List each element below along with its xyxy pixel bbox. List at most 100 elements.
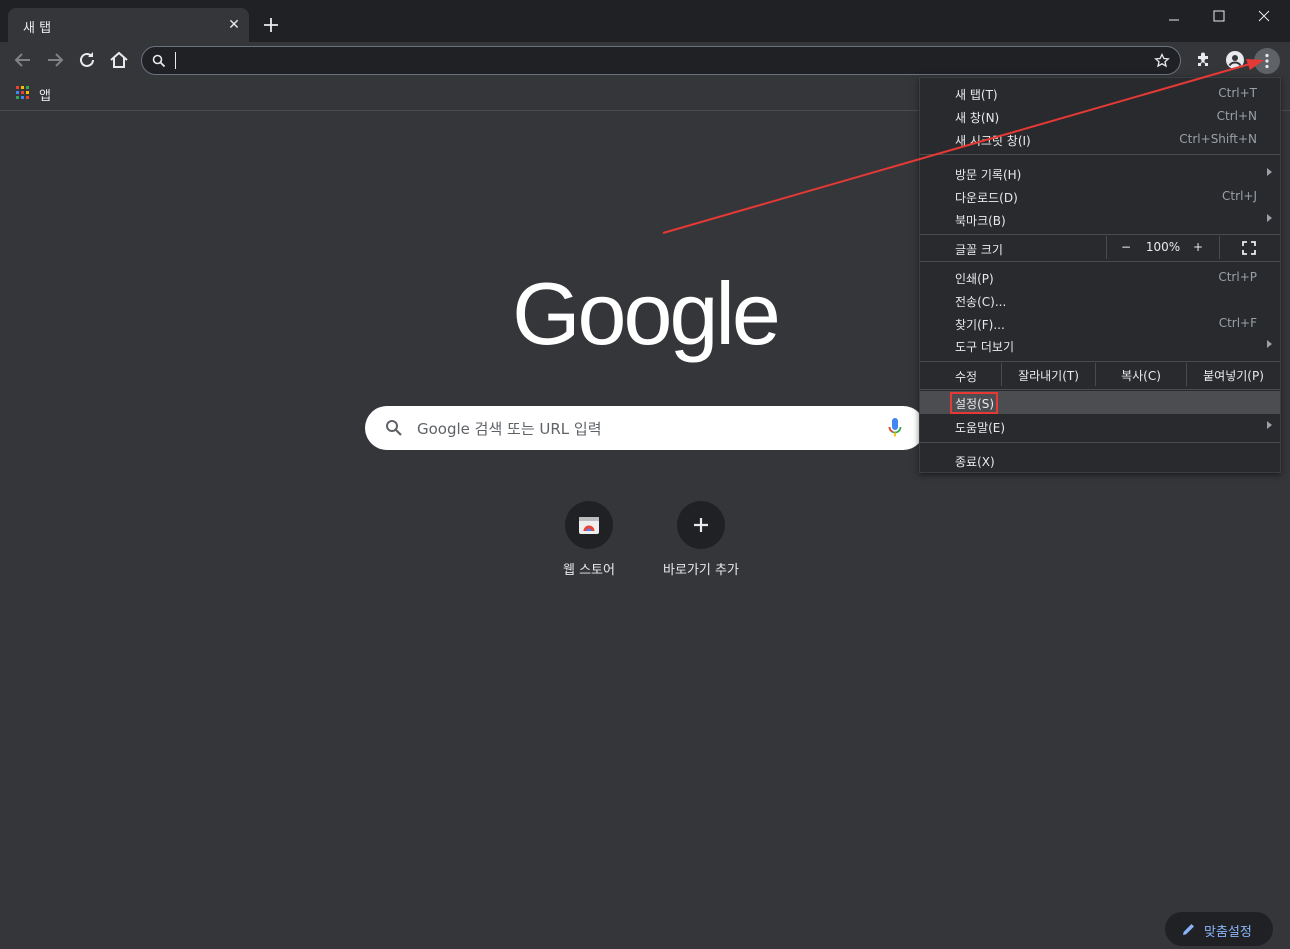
profile-button[interactable] <box>1223 48 1247 72</box>
back-arrow-icon <box>14 53 30 67</box>
shortcut-icon-circle <box>565 501 613 549</box>
search-placeholder: Google 검색 또는 URL 입력 <box>417 420 602 438</box>
menu-edit-row: 수정 잘라내기(T) 복사(C) 붙여넣기(P) <box>920 363 1280 386</box>
menu-item-label: 도구 더보기 <box>955 340 1015 354</box>
search-icon <box>386 420 402 436</box>
menu-item-label: 새 시크릿 창(I) <box>955 134 1031 148</box>
tab-title: 새 탭 <box>23 21 52 36</box>
shortcut-label: 바로가기 추가 <box>663 563 739 578</box>
menu-item-settings[interactable]: 설정(S) <box>920 391 1280 414</box>
home-icon <box>110 51 128 68</box>
chrome-window: 새 탭 ✕ 앱 Google Google 검색 또는 URL 입력 웹 스토어… <box>0 0 1290 949</box>
apps-grid-icon[interactable] <box>16 86 30 100</box>
menu-item-shortcut: Ctrl+Shift+N <box>1179 132 1257 146</box>
reload-icon <box>80 52 94 67</box>
account-icon <box>1226 51 1244 69</box>
menu-item-label: 전송(C)... <box>955 295 1007 309</box>
shortcut-tile-web-store[interactable]: 웹 스토어 <box>533 501 645 591</box>
microphone-icon[interactable] <box>887 417 903 439</box>
zoom-level: 100% <box>1145 240 1181 254</box>
maximize-button[interactable] <box>1196 4 1242 28</box>
svg-text:Google: Google <box>512 269 778 363</box>
web-store-icon <box>579 517 599 534</box>
menu-item-label: 종료(X) <box>955 455 995 469</box>
menu-item-new-tab[interactable]: 새 탭(T) Ctrl+T <box>920 82 1280 105</box>
menu-item-shortcut: Ctrl+F <box>1218 316 1257 330</box>
customize-label: 맞춤설정 <box>1204 925 1252 940</box>
menu-divider <box>920 389 1280 390</box>
zoom-divider <box>1219 236 1220 259</box>
shortcut-label: 웹 스토어 <box>563 563 615 578</box>
minimize-icon <box>1169 19 1179 21</box>
forward-button[interactable] <box>43 48 67 72</box>
paste-button[interactable]: 붙여넣기(P) <box>1187 367 1280 384</box>
tab-new-tab[interactable]: 새 탭 ✕ <box>8 8 249 42</box>
submenu-arrow-icon <box>1267 214 1272 222</box>
menu-item-label: 다운로드(D) <box>955 191 1018 205</box>
ntp-search-box[interactable]: Google 검색 또는 URL 입력 <box>365 406 925 450</box>
fullscreen-icon[interactable] <box>1242 241 1256 255</box>
chrome-menu-button[interactable] <box>1254 48 1280 74</box>
bookmark-star-icon[interactable] <box>1154 53 1170 69</box>
tab-close-icon[interactable]: ✕ <box>226 17 242 33</box>
shortcut-icon-circle <box>677 501 725 549</box>
menu-item-label: 새 창(N) <box>955 111 1000 125</box>
toolbar <box>0 42 1290 78</box>
extensions-button[interactable] <box>1191 48 1215 72</box>
google-logo: Google <box>512 269 781 363</box>
cut-button[interactable]: 잘라내기(T) <box>1002 367 1095 384</box>
maximize-icon <box>1213 10 1225 22</box>
menu-item-help[interactable]: 도움말(E) <box>920 415 1280 438</box>
menu-item-exit[interactable]: 종료(X) <box>920 449 1280 472</box>
menu-divider <box>920 154 1280 155</box>
menu-item-label: 설정(S) <box>955 397 995 411</box>
menu-item-shortcut: Ctrl+T <box>1218 86 1257 100</box>
chrome-main-menu: 새 탭(T) Ctrl+T 새 창(N) Ctrl+N 새 시크릿 창(I) C… <box>919 77 1281 473</box>
submenu-arrow-icon <box>1267 340 1272 348</box>
home-button[interactable] <box>107 48 131 72</box>
menu-item-downloads[interactable]: 다운로드(D) Ctrl+J <box>920 185 1280 208</box>
menu-item-bookmarks[interactable]: 북마크(B) <box>920 208 1280 231</box>
new-tab-button[interactable] <box>260 14 282 36</box>
zoom-in-button[interactable]: + <box>1188 240 1208 254</box>
menu-divider <box>920 442 1280 443</box>
submenu-arrow-icon <box>1267 421 1272 429</box>
title-bar: 새 탭 ✕ <box>0 0 1290 42</box>
menu-item-find[interactable]: 찾기(F)... Ctrl+F <box>920 312 1280 335</box>
menu-item-more-tools[interactable]: 도구 더보기 <box>920 334 1280 357</box>
forward-arrow-icon <box>48 53 64 67</box>
reload-button[interactable] <box>75 48 99 72</box>
menu-item-label: 방문 기록(H) <box>955 168 1022 182</box>
minimize-button[interactable] <box>1151 4 1197 28</box>
menu-item-print[interactable]: 인쇄(P) Ctrl+P <box>920 266 1280 289</box>
plus-icon <box>264 18 278 32</box>
customize-button[interactable]: 맞춤설정 <box>1165 912 1273 946</box>
close-icon <box>1258 10 1270 22</box>
submenu-arrow-icon <box>1267 168 1272 176</box>
copy-button[interactable]: 복사(C) <box>1096 367 1186 384</box>
address-bar[interactable] <box>141 46 1181 75</box>
menu-item-label: 인쇄(P) <box>955 272 994 286</box>
pencil-icon <box>1183 924 1194 935</box>
menu-item-shortcut: Ctrl+P <box>1218 270 1257 284</box>
menu-item-new-window[interactable]: 새 창(N) Ctrl+N <box>920 105 1280 128</box>
menu-item-shortcut: Ctrl+J <box>1222 189 1257 203</box>
menu-item-label: 도움말(E) <box>955 421 1006 435</box>
back-button[interactable] <box>11 48 35 72</box>
shortcut-tile-add[interactable]: 바로가기 추가 <box>645 501 757 591</box>
puzzle-icon <box>1198 52 1208 66</box>
apps-shortcut-label[interactable]: 앱 <box>39 85 51 104</box>
zoom-label: 글꼴 크기 <box>955 243 1003 257</box>
close-window-button[interactable] <box>1241 4 1287 28</box>
menu-item-cast[interactable]: 전송(C)... <box>920 289 1280 312</box>
menu-divider <box>920 361 1280 362</box>
zoom-out-button[interactable]: − <box>1116 240 1136 254</box>
menu-item-label: 북마크(B) <box>955 214 1006 228</box>
menu-item-history[interactable]: 방문 기록(H) <box>920 162 1280 185</box>
menu-item-incognito[interactable]: 새 시크릿 창(I) Ctrl+Shift+N <box>920 128 1280 151</box>
menu-divider <box>920 234 1280 235</box>
menu-zoom-row: 글꼴 크기 − 100% + <box>920 236 1280 259</box>
search-icon <box>152 54 166 68</box>
menu-divider <box>920 261 1280 262</box>
zoom-divider <box>1106 236 1107 259</box>
